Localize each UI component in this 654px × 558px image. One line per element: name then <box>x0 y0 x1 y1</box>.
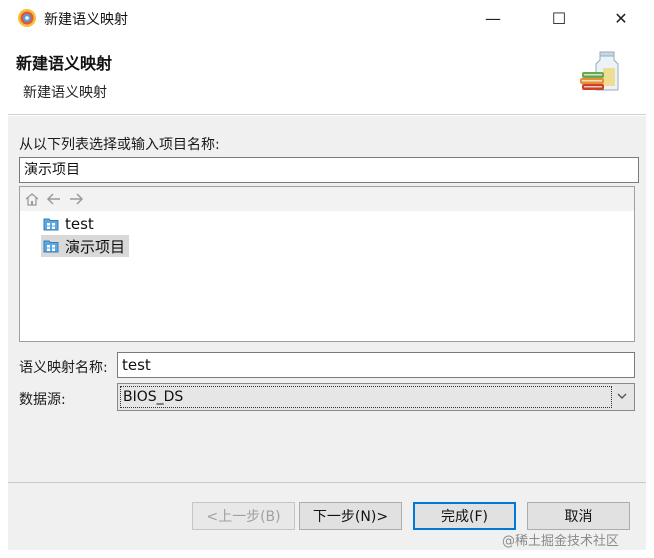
page-description: 新建语义映射 <box>23 85 107 101</box>
data-source-label: 数据源: <box>19 392 66 408</box>
watermark-text: @稀土掘金技术社区 <box>502 534 620 549</box>
tree-item-label: 演示项目 <box>65 237 126 256</box>
minimize-button[interactable]: — <box>470 0 516 36</box>
tree-item-test[interactable]: test <box>43 213 98 235</box>
home-icon[interactable] <box>24 192 40 206</box>
close-icon: ✕ <box>614 8 628 28</box>
back-arrow-icon[interactable] <box>46 192 62 206</box>
forward-arrow-icon[interactable] <box>68 192 84 206</box>
tree-item-label: test <box>65 215 94 233</box>
page-title: 新建语义映射 <box>16 54 113 73</box>
project-folder-icon <box>43 240 59 253</box>
books-jar-icon <box>580 51 619 91</box>
data-source-value: BIOS_DS <box>120 386 612 408</box>
data-source-select[interactable]: BIOS_DS <box>117 383 635 411</box>
project-folder-icon <box>43 218 59 231</box>
button-bar-divider <box>8 482 646 483</box>
maximize-button[interactable]: ☐ <box>536 0 582 36</box>
finish-button[interactable]: 完成(F) <box>413 502 516 530</box>
mapping-name-input[interactable] <box>117 352 635 378</box>
project-tree[interactable]: test 演示项目 <box>19 186 635 342</box>
project-name-input[interactable] <box>19 157 639 183</box>
app-logo-icon <box>18 9 36 27</box>
maximize-icon: ☐ <box>551 8 567 28</box>
wizard-banner: 新建语义映射 新建语义映射 <box>8 36 646 115</box>
title-bar: 新建语义映射 — ☐ ✕ <box>0 0 654 36</box>
tree-toolbar <box>20 187 634 211</box>
minimize-icon: — <box>485 8 501 28</box>
cancel-button[interactable]: 取消 <box>527 502 630 530</box>
tree-item-demo-project[interactable]: 演示项目 <box>41 235 130 257</box>
close-button[interactable]: ✕ <box>598 0 644 36</box>
back-button[interactable]: <上一步(B) <box>192 502 295 530</box>
next-button[interactable]: 下一步(N)> <box>299 502 402 530</box>
window-title: 新建语义映射 <box>44 12 128 28</box>
mapping-name-label: 语义映射名称: <box>19 360 108 376</box>
project-list-label: 从以下列表选择或输入项目名称: <box>19 137 220 153</box>
chevron-down-icon <box>617 393 627 399</box>
